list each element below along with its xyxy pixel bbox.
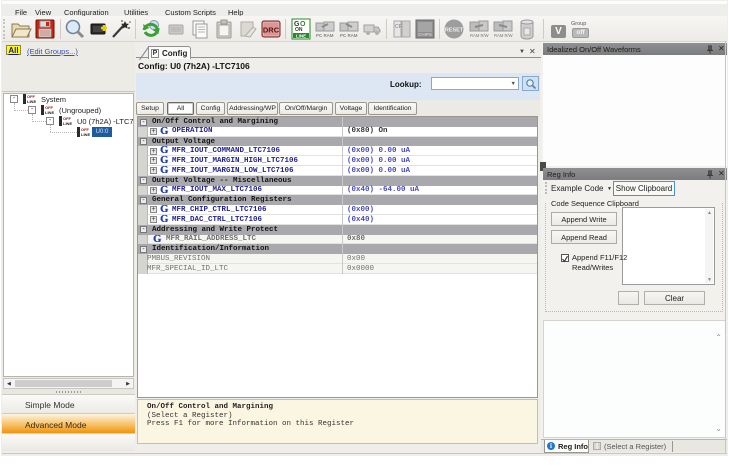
svg-text:DRC: DRC	[263, 26, 280, 35]
svg-text:RAM R/W: RAM R/W	[494, 33, 513, 38]
svg-text:RAM R/W: RAM R/W	[470, 33, 489, 38]
svg-text:CF: CF	[395, 24, 402, 30]
svg-text:PC RAM: PC RAM	[340, 33, 358, 38]
svg-text:ON: ON	[295, 27, 303, 33]
svg-text:RESET: RESET	[445, 28, 464, 34]
svg-text:LINE: LINE	[296, 34, 306, 39]
svg-text:PC RAM: PC RAM	[316, 33, 334, 38]
svg-text:CHIPS: CHIPS	[418, 32, 432, 37]
